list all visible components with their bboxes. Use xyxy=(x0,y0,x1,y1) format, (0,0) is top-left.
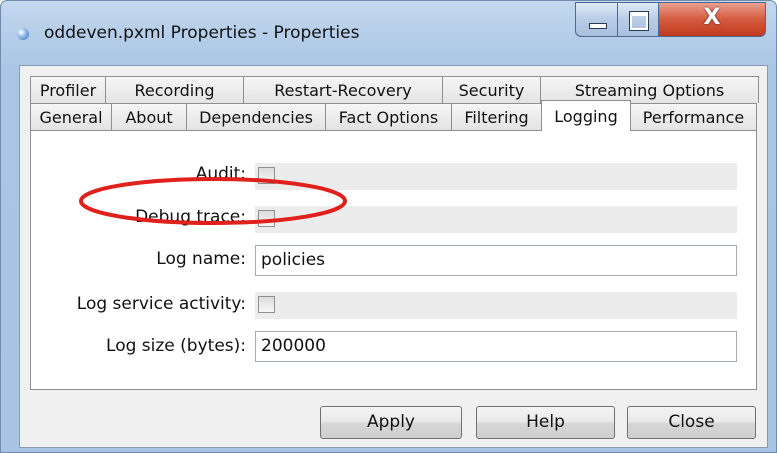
tab-fact-options[interactable]: Fact Options xyxy=(325,103,452,130)
log-size-input[interactable]: 200000 xyxy=(255,331,737,362)
properties-window: oddeven.pxml Properties - Properties X P… xyxy=(0,0,777,453)
title-bar[interactable]: oddeven.pxml Properties - Properties X xyxy=(1,1,776,65)
app-icon xyxy=(17,28,29,40)
minimize-icon xyxy=(589,23,607,29)
tab-general[interactable]: General xyxy=(30,103,112,130)
logging-panel: Audit: Debug trace: Log name: policies L… xyxy=(30,130,757,390)
close-button[interactable]: Close xyxy=(627,406,756,439)
audit-checkbox[interactable] xyxy=(258,167,275,184)
tab-performance[interactable]: Performance xyxy=(630,103,757,130)
debug-trace-checkbox[interactable] xyxy=(258,210,275,227)
log-service-activity-field xyxy=(255,292,737,319)
maximize-button[interactable] xyxy=(617,2,659,37)
help-button[interactable]: Help xyxy=(476,406,615,439)
close-window-button[interactable]: X xyxy=(658,2,766,37)
audit-field xyxy=(255,163,737,190)
log-name-input[interactable]: policies xyxy=(255,245,737,276)
tab-restart-recovery[interactable]: Restart-Recovery xyxy=(243,76,443,103)
minimize-button[interactable] xyxy=(575,2,618,37)
tab-about[interactable]: About xyxy=(111,103,187,130)
audit-label: Audit: xyxy=(195,164,246,184)
tab-logging[interactable]: Logging xyxy=(541,100,631,131)
log-service-activity-checkbox[interactable] xyxy=(258,296,275,313)
tab-streaming-options[interactable]: Streaming Options xyxy=(540,76,759,103)
dialog-client-area: Profiler Recording Restart-Recovery Secu… xyxy=(19,65,768,448)
maximize-icon xyxy=(629,11,649,31)
log-service-activity-label: Log service activity: xyxy=(76,294,246,314)
debug-trace-field xyxy=(255,206,737,233)
log-name-label: Log name: xyxy=(156,249,246,269)
tab-profiler[interactable]: Profiler xyxy=(30,76,106,103)
tab-dependencies[interactable]: Dependencies xyxy=(186,103,326,130)
tab-recording[interactable]: Recording xyxy=(105,76,244,103)
log-size-label: Log size (bytes): xyxy=(106,336,246,356)
close-icon: X xyxy=(703,5,721,30)
debug-trace-label: Debug trace: xyxy=(135,207,246,227)
apply-button[interactable]: Apply xyxy=(320,406,462,439)
tab-security[interactable]: Security xyxy=(442,76,541,103)
tab-filtering[interactable]: Filtering xyxy=(451,103,542,130)
window-title: oddeven.pxml Properties - Properties xyxy=(44,23,360,43)
